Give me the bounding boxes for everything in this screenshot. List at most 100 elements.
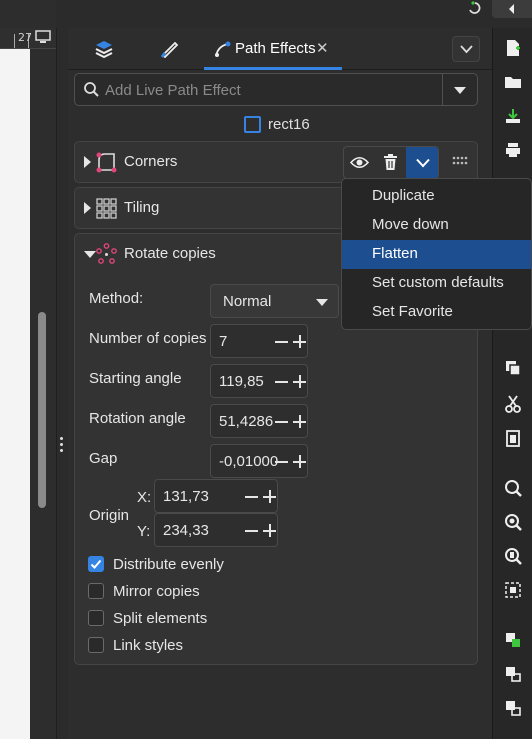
tab-path-effects[interactable]: Path Effects ✕ bbox=[204, 28, 342, 70]
minus-icon[interactable] bbox=[275, 341, 288, 343]
menu-item-label: Flatten bbox=[372, 245, 418, 262]
gap-input[interactable]: -0,01000 bbox=[219, 453, 278, 470]
chevron-left-icon bbox=[509, 4, 514, 14]
link-styles-checkbox[interactable] bbox=[88, 637, 104, 653]
effects-dropdown-button[interactable] bbox=[443, 74, 478, 105]
menu-item-label: Move down bbox=[372, 216, 449, 233]
corners-icon bbox=[96, 152, 117, 173]
checkbox-label: Split elements bbox=[113, 610, 208, 627]
minus-icon[interactable] bbox=[275, 421, 288, 423]
zoom-page-icon[interactable] bbox=[503, 546, 523, 566]
copies-spinbox[interactable]: 7 bbox=[210, 324, 308, 358]
trash-icon bbox=[384, 154, 397, 170]
active-tab-indicator bbox=[204, 67, 342, 70]
tab-layers[interactable] bbox=[82, 28, 126, 70]
caret-down-icon bbox=[454, 87, 466, 94]
origin-x-spinbox[interactable]: 131,73 bbox=[154, 479, 278, 513]
effect-name: Rotate copies bbox=[124, 245, 216, 262]
origin-y-spinbox[interactable]: 234,33 bbox=[154, 513, 278, 547]
zoom-drawing-icon[interactable] bbox=[503, 512, 523, 532]
origin-y-label: Y: bbox=[137, 523, 151, 540]
drag-handle-icon[interactable] bbox=[452, 156, 468, 166]
canvas-area[interactable]: 27 bbox=[0, 0, 56, 739]
start-angle-input[interactable]: 119,85 bbox=[219, 373, 264, 390]
object-name: rect16 bbox=[268, 116, 310, 133]
open-folder-icon[interactable] bbox=[503, 72, 523, 92]
display-mode-icon[interactable] bbox=[35, 30, 51, 45]
start-angle-label: Starting angle bbox=[89, 370, 182, 387]
plus-icon[interactable] bbox=[298, 415, 301, 428]
tabs-menu-button[interactable] bbox=[452, 36, 480, 62]
add-effect-search[interactable]: Add Live Path Effect bbox=[74, 73, 478, 106]
rotation-angle-label: Rotation angle bbox=[89, 410, 186, 427]
cut-icon[interactable] bbox=[503, 394, 523, 414]
print-icon[interactable] bbox=[503, 140, 523, 160]
gap-label: Gap bbox=[89, 450, 118, 467]
menu-item-label: Set custom defaults bbox=[372, 274, 504, 291]
copies-input[interactable]: 7 bbox=[219, 333, 227, 350]
origin-y-input[interactable]: 234,33 bbox=[163, 522, 209, 539]
ruler-tick bbox=[14, 34, 15, 48]
effect-context-menu: Duplicate Move down Flatten Set custom d… bbox=[341, 178, 532, 330]
minus-icon[interactable] bbox=[275, 381, 288, 383]
minus-icon[interactable] bbox=[275, 461, 288, 463]
minus-icon[interactable] bbox=[245, 496, 258, 498]
distribute-evenly-checkbox[interactable] bbox=[88, 556, 104, 572]
vertical-scrollbar[interactable] bbox=[38, 312, 46, 508]
eye-icon bbox=[350, 156, 369, 169]
gap-spinbox[interactable]: -0,01000 bbox=[210, 444, 308, 478]
path-effects-icon bbox=[215, 41, 231, 57]
origin-x-input[interactable]: 131,73 bbox=[163, 488, 209, 505]
commands-toolbar bbox=[492, 28, 532, 739]
save-icon[interactable] bbox=[503, 106, 523, 126]
menu-item-duplicate[interactable]: Duplicate bbox=[342, 182, 531, 211]
menu-item-set-favorite[interactable]: Set Favorite bbox=[342, 298, 531, 327]
snap-toggle-icon[interactable] bbox=[467, 0, 483, 14]
plus-icon[interactable] bbox=[298, 335, 301, 348]
plus-icon[interactable] bbox=[268, 524, 271, 537]
method-select[interactable]: Normal bbox=[210, 284, 339, 318]
delete-effect-button[interactable] bbox=[375, 147, 406, 178]
expand-icon[interactable] bbox=[84, 156, 91, 168]
paste-icon[interactable] bbox=[503, 428, 523, 448]
group-icon[interactable] bbox=[503, 630, 523, 650]
tab-fill-stroke[interactable] bbox=[148, 28, 192, 70]
split-elements-checkbox[interactable] bbox=[88, 610, 104, 626]
unlock-copy-icon[interactable] bbox=[503, 698, 523, 718]
tab-close-button[interactable]: ✕ bbox=[316, 39, 329, 57]
search-input[interactable]: Add Live Path Effect bbox=[105, 82, 241, 99]
collapse-button[interactable] bbox=[492, 0, 532, 18]
expand-icon[interactable] bbox=[84, 202, 91, 214]
new-document-icon[interactable] bbox=[503, 38, 523, 58]
copies-label: Number of copies bbox=[89, 330, 207, 347]
zoom-fit-icon[interactable] bbox=[503, 580, 523, 600]
rect-icon bbox=[244, 116, 261, 133]
effect-header[interactable]: Corners bbox=[75, 142, 477, 182]
chevron-down-icon bbox=[416, 158, 430, 168]
menu-item-label: Set Favorite bbox=[372, 303, 453, 320]
visibility-toggle[interactable] bbox=[344, 147, 375, 178]
zoom-selection-icon[interactable] bbox=[503, 478, 523, 498]
checkmark-icon bbox=[90, 559, 102, 569]
mirror-copies-checkbox[interactable] bbox=[88, 583, 104, 599]
effect-corners[interactable]: Corners bbox=[74, 141, 478, 183]
canvas-page[interactable] bbox=[0, 49, 30, 739]
plus-icon[interactable] bbox=[298, 375, 301, 388]
menu-item-move-down[interactable]: Move down bbox=[342, 211, 531, 240]
start-angle-spinbox[interactable]: 119,85 bbox=[210, 364, 308, 398]
menu-item-label: Duplicate bbox=[372, 187, 435, 204]
rotation-angle-input[interactable]: 51,4286 bbox=[219, 413, 273, 430]
minus-icon[interactable] bbox=[245, 530, 258, 532]
rotation-angle-spinbox[interactable]: 51,4286 bbox=[210, 404, 308, 438]
effect-menu-button[interactable] bbox=[406, 147, 438, 178]
plus-icon[interactable] bbox=[268, 490, 271, 503]
menu-item-flatten[interactable]: Flatten bbox=[342, 240, 531, 269]
lock-copy-icon[interactable] bbox=[503, 664, 523, 684]
duplicate-icon[interactable] bbox=[503, 358, 523, 378]
menu-item-set-custom-defaults[interactable]: Set custom defaults bbox=[342, 269, 531, 298]
panel-splitter[interactable] bbox=[56, 28, 68, 739]
plus-icon[interactable] bbox=[298, 455, 301, 468]
splitter-handle-icon[interactable] bbox=[59, 437, 65, 455]
dialog-tabs: Path Effects ✕ bbox=[68, 28, 492, 70]
search-icon bbox=[84, 82, 99, 97]
